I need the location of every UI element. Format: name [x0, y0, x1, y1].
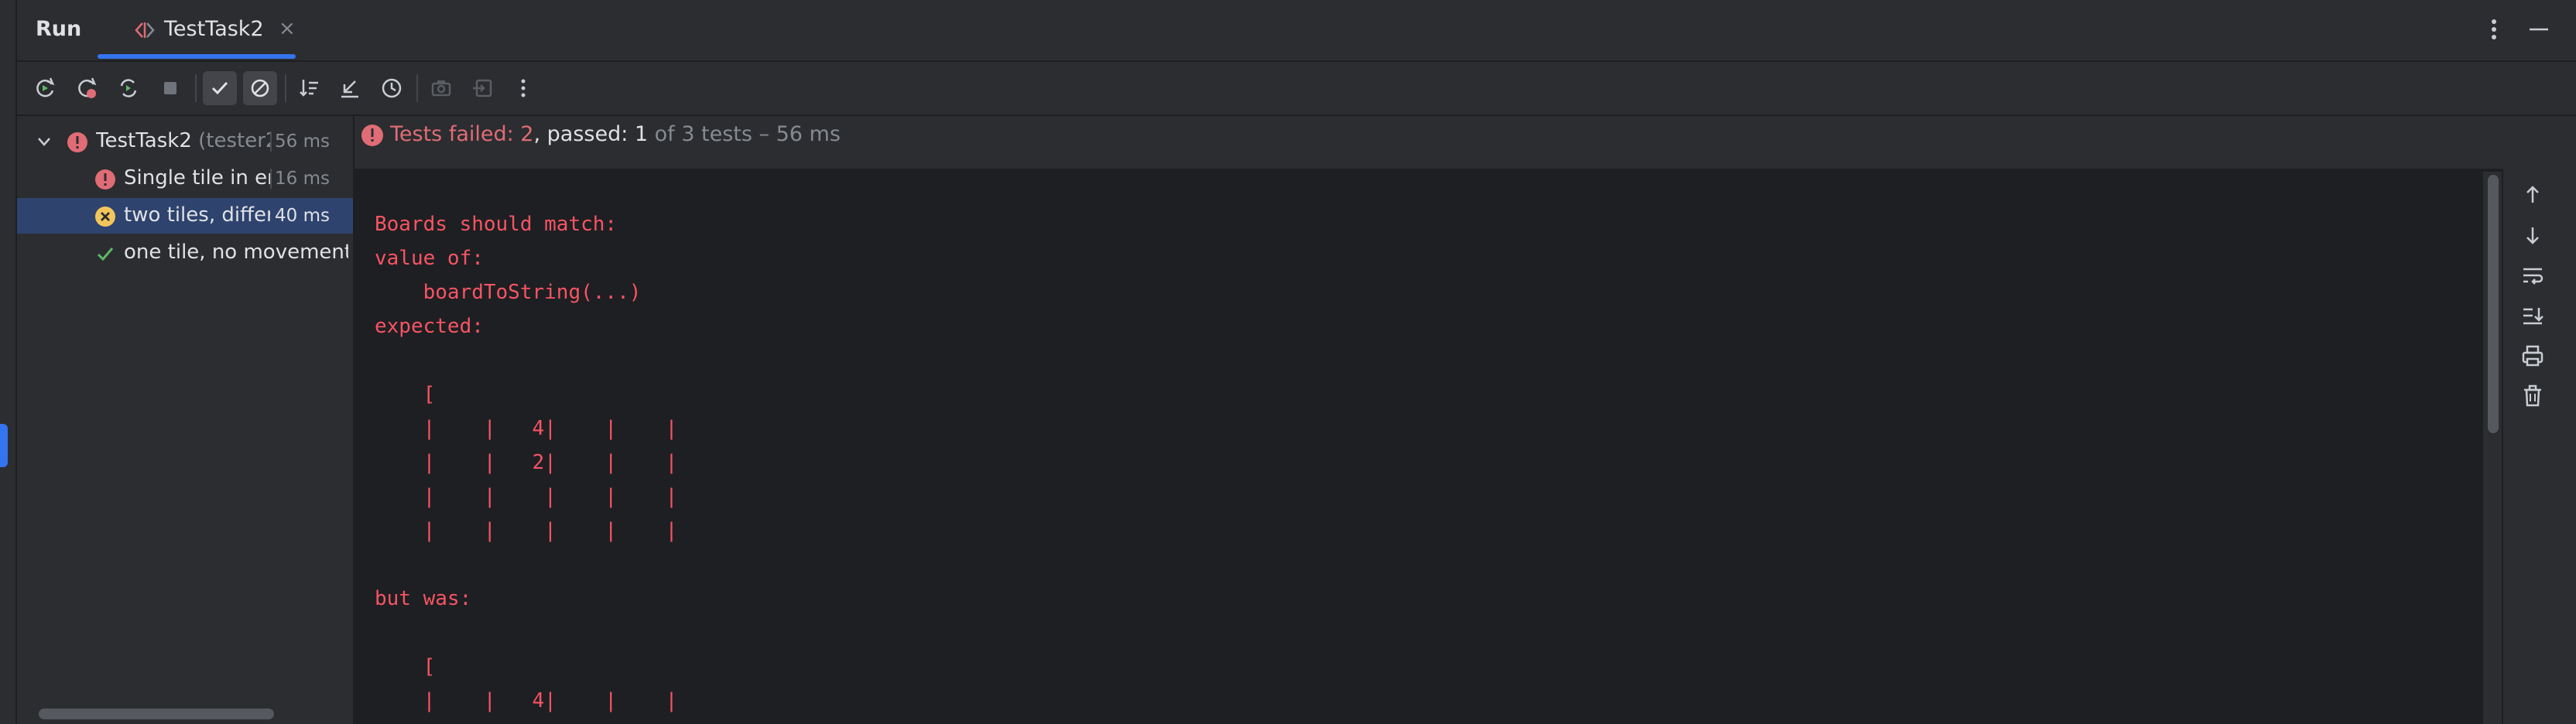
tree-item-label: two tiles, differe: [124, 203, 287, 227]
minimize-icon[interactable]: [2525, 15, 2553, 43]
run-tool-window-header: Run TestTask2 ×: [17, 0, 2576, 62]
failed-icon: [95, 207, 115, 227]
test-status-bar: Tests failed: 2, passed: 1 of 3 tests – …: [355, 116, 2576, 169]
rerun-failed-icon: [78, 77, 97, 98]
soft-wrap-icon[interactable]: [2519, 261, 2547, 289]
tree-item-time: 56 ms: [270, 131, 330, 152]
tree-item-time: 40 ms: [270, 206, 330, 226]
sort-button[interactable]: [293, 71, 327, 105]
show-passed-icon: [211, 81, 228, 95]
tab-close-icon[interactable]: ×: [279, 17, 296, 40]
toggle-auto-test-icon: [120, 79, 137, 97]
active-tool-marker[interactable]: [0, 424, 8, 467]
toggle-auto-test-button[interactable]: [111, 71, 146, 105]
run-title: Run: [36, 17, 82, 41]
export-icon: [473, 79, 492, 97]
passed-count: , passed: 1: [533, 122, 649, 146]
run-config-icon: [135, 22, 155, 38]
tree-item-label: Single tile in em: [124, 166, 287, 190]
left-tool-strip: [0, 0, 17, 724]
sort-icon: [300, 80, 318, 97]
summary-rest: of 3 tests – 56 ms: [648, 122, 841, 146]
stop-icon: [164, 82, 176, 94]
tree-item-label: one tile, no movement: [124, 241, 348, 264]
rerun-failed-button[interactable]: [70, 71, 104, 105]
check-icon: [97, 248, 114, 261]
history-icon: [382, 78, 402, 98]
show-passed-toggle[interactable]: [203, 71, 237, 105]
tab-label: TestTask2: [164, 17, 264, 41]
test-tree: TestTask2 (tester2 56 ms Single tile in …: [17, 116, 355, 724]
console-output[interactable]: Boards should match: value of: boardToSt…: [355, 169, 2475, 724]
console-actions-bar: [2503, 169, 2576, 724]
export-button[interactable]: [466, 71, 500, 105]
tree-item-time: 16 ms: [270, 169, 330, 189]
more-options-icon[interactable]: [2486, 15, 2502, 43]
toolbar-more-button[interactable]: [506, 71, 540, 105]
rerun-icon: [36, 77, 55, 97]
test-summary: Tests failed: 2, passed: 1 of 3 tests – …: [390, 122, 841, 146]
show-ignored-toggle[interactable]: [243, 71, 277, 105]
tree-item-one-tile[interactable]: one tile, no movement: [17, 235, 353, 271]
test-toolbar: [17, 62, 2576, 116]
tree-root-testtask2[interactable]: TestTask2 (tester2 56 ms: [17, 124, 353, 159]
failed-count: Tests failed: 2: [390, 122, 534, 146]
scroll-up-icon[interactable]: [2519, 181, 2547, 209]
tree-item-sublabel: (tester2: [198, 129, 279, 152]
rerun-button[interactable]: [28, 71, 62, 105]
tab-selected-indicator: [98, 54, 296, 59]
console-scrollbar[interactable]: [2488, 175, 2499, 433]
collapse-icon: [341, 80, 358, 98]
error-icon: [361, 125, 383, 146]
error-icon: [67, 132, 87, 152]
print-icon[interactable]: [2519, 342, 2547, 370]
tree-item-two-tiles[interactable]: two tiles, differe 40 ms: [17, 198, 353, 234]
tree-item-single-tile[interactable]: Single tile in em 16 ms: [17, 161, 353, 196]
clear-all-icon[interactable]: [2519, 382, 2547, 410]
screenshot-button[interactable]: [424, 71, 458, 105]
toolbar-more-icon: [521, 79, 526, 97]
tree-item-label: TestTask2: [96, 129, 192, 152]
scroll-down-icon[interactable]: [2519, 221, 2547, 249]
error-icon: [95, 169, 115, 190]
screenshot-icon: [431, 80, 451, 97]
show-ignored-icon: [251, 79, 269, 97]
collapse-all-button[interactable]: [333, 71, 367, 105]
chevron-down-icon[interactable]: [34, 131, 54, 152]
tree-horizontal-scrollbar[interactable]: [39, 709, 274, 719]
console-text: Boards should match: value of: boardToSt…: [375, 213, 678, 724]
stop-button[interactable]: [153, 71, 187, 105]
test-history-button[interactable]: [375, 71, 409, 105]
scroll-to-end-icon[interactable]: [2519, 302, 2547, 330]
